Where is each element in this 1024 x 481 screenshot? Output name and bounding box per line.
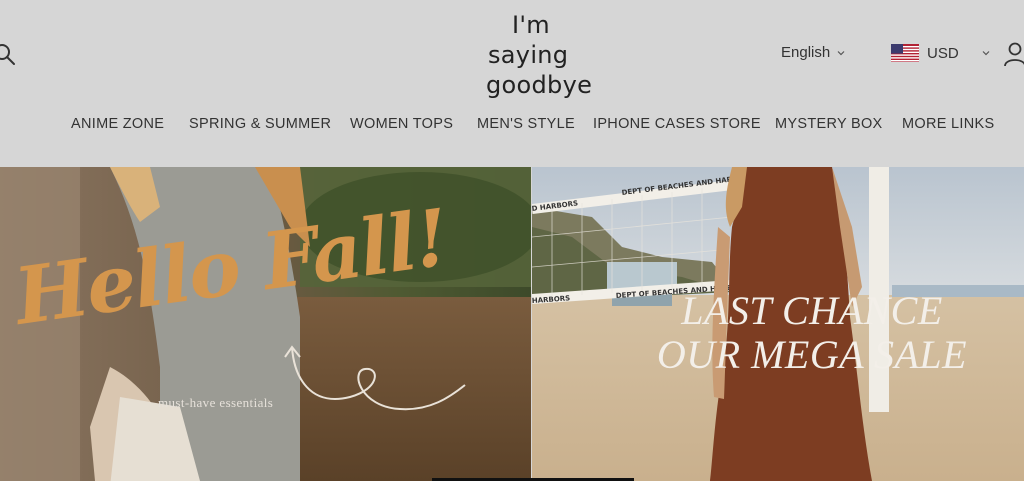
mega-sale-banner[interactable]: DEPT OF BEACHES AND HARBORS D HARBORS HA…	[532, 167, 1024, 481]
hello-fall-tagline: must-have essentials	[158, 395, 274, 410]
site-header: I'm saying goodbye English USD ANIME ZON…	[0, 0, 1024, 167]
sale-line-1: LAST CHANCE	[681, 288, 943, 333]
nav-item-spring-summer[interactable]: SPRING & SUMMER	[189, 116, 331, 132]
us-flag-icon	[891, 44, 919, 62]
mega-sale-title: LAST CHANCE OUR MEGA SALE	[652, 289, 972, 377]
language-selector[interactable]: English	[781, 44, 846, 61]
swirl-arrow-icon	[284, 345, 466, 411]
user-icon[interactable]	[1002, 41, 1024, 67]
currency-selector[interactable]: USD	[891, 44, 991, 62]
nav-item-anime-zone[interactable]: ANIME ZONE	[71, 116, 164, 132]
logo-line-2: saying	[488, 41, 569, 69]
nav-item-mens-style[interactable]: MEN'S STYLE	[477, 116, 575, 132]
currency-label: USD	[927, 44, 959, 62]
language-label: English	[781, 44, 831, 61]
nav-item-more-links[interactable]: MORE LINKS	[902, 116, 994, 132]
chevron-down-icon	[837, 50, 845, 55]
sale-line-2: OUR MEGA SALE	[656, 332, 968, 377]
nav-item-mystery-box[interactable]: MYSTERY BOX	[775, 116, 883, 132]
nav-item-women-tops[interactable]: WOMEN TOPS	[350, 116, 453, 132]
main-navigation: ANIME ZONE SPRING & SUMMER WOMEN TOPS ME…	[0, 116, 1024, 136]
nav-item-iphone-cases-store[interactable]: IPHONE CASES STORE	[593, 116, 761, 132]
logo-line-1: I'm	[512, 11, 550, 39]
chevron-down-icon	[982, 51, 990, 56]
search-icon[interactable]	[0, 42, 16, 66]
logo-line-3: goodbye	[486, 71, 593, 99]
hello-fall-banner[interactable]: Hello Fall! must-have essentials	[0, 167, 531, 481]
site-logo[interactable]: I'm saying goodbye	[482, 10, 622, 100]
